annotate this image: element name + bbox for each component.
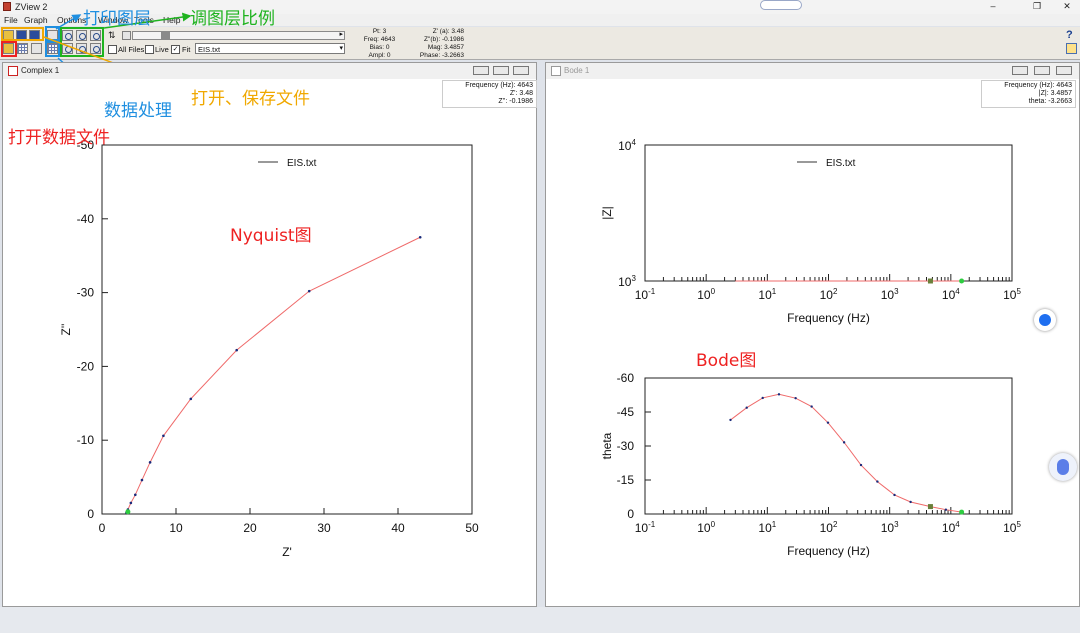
- bode-phase-current-point: [927, 504, 933, 510]
- bode-mag-x-tick-label: 102: [820, 287, 838, 302]
- bode-mag-selected-point: [959, 278, 965, 284]
- bode-phase-point: [842, 441, 846, 444]
- bode-phase-x-tick-label: 104: [942, 520, 960, 535]
- annotation-nyquist: Nyquist图: [230, 226, 312, 246]
- bode-mag-x-tick-label: 104: [942, 287, 960, 302]
- bode-phase-x-tick-label: 102: [820, 520, 838, 535]
- bode-phase-point: [909, 500, 912, 504]
- nyquist-point: [307, 289, 311, 293]
- bode-phase-point: [944, 508, 948, 511]
- nyquist-y-tick-label: -10: [77, 433, 95, 447]
- nyquist-series-line: [125, 236, 421, 513]
- nyquist-point: [189, 397, 193, 401]
- nyquist-point: [129, 501, 133, 505]
- bode-phase-point: [876, 480, 879, 483]
- bode-mag-current-point: [927, 278, 933, 284]
- bode-phase-x-tick-label: 103: [881, 520, 899, 535]
- bode-phase-y-tick-label: -15: [617, 473, 635, 487]
- bode-phase-series-line: [730, 393, 962, 513]
- bode-phase-y-tick-label: -45: [617, 405, 635, 419]
- nyquist-plot-frame: [101, 144, 473, 515]
- bode-mag-x-tick-label: 100: [697, 287, 715, 302]
- record-icon: [1039, 314, 1051, 326]
- bode-phase-point: [745, 406, 748, 409]
- nyquist-y-tick-label: -40: [77, 212, 95, 226]
- nyquist-x-tick-label: 50: [465, 521, 479, 535]
- nyquist-point: [418, 235, 422, 239]
- nyquist-x-axis-label: Z': [282, 545, 292, 559]
- nyquist-x-tick-label: 0: [99, 521, 106, 535]
- bode-mag-y-tick-label: 104: [618, 138, 636, 153]
- bode-phase-x-tick-label: 105: [1003, 520, 1021, 535]
- nyquist-y-tick-label: -30: [77, 286, 95, 300]
- annotation-bode: Bode图: [696, 351, 757, 371]
- nyquist-x-tick-label: 30: [317, 521, 331, 535]
- bode-phase-x-tick-label: 10-1: [635, 520, 656, 535]
- bode-phase-point: [729, 418, 732, 422]
- bode-mag-x-tick-label: 101: [758, 287, 776, 302]
- bode-phase-y-axis-label: theta: [600, 432, 614, 459]
- bode-phase-point: [761, 396, 764, 400]
- bode-phase-selected-point: [959, 509, 965, 515]
- bode-mag-x-tick-label: 105: [1003, 287, 1021, 302]
- status-bar: [0, 607, 1080, 633]
- bode-mag-y-axis-label: |Z|: [600, 206, 614, 220]
- bode-mag-x-axis-label: Frequency (Hz): [787, 311, 870, 325]
- nyquist-legend-label: EIS.txt: [287, 158, 317, 169]
- nyquist-point: [162, 434, 165, 438]
- annotation-data-processing: 数据处理: [104, 101, 172, 121]
- bode-phase-x-axis-label: Frequency (Hz): [787, 544, 870, 558]
- bode-phase-x-tick-label: 101: [758, 520, 776, 535]
- float-record-button[interactable]: [1034, 309, 1056, 331]
- nyquist-selected-point: [125, 509, 131, 515]
- charts-canvas: 0 10 20 30 40 50-50-40-30-20-100Z'Z''EIS.txt1…: [59, 138, 1021, 559]
- nyquist-point: [140, 478, 144, 482]
- annotation-open-data: 打开数据文件: [8, 128, 110, 148]
- bode-phase-plot-frame: [644, 377, 1013, 515]
- bode-phase-point: [810, 405, 813, 408]
- bode-phase-y-tick-label: -30: [617, 439, 635, 453]
- bode-phase-point: [826, 421, 830, 424]
- float-assistant-button[interactable]: [1049, 453, 1077, 481]
- bode-mag-x-tick-label: 10-1: [635, 287, 656, 302]
- nyquist-x-tick-label: 40: [391, 521, 405, 535]
- nyquist-x-tick-label: 20: [243, 521, 257, 535]
- bode-mag-y-tick-label: 103: [618, 274, 636, 289]
- bode-phase-y-tick-label: 0: [627, 507, 634, 521]
- bode-phase-y-tick-label: -60: [617, 371, 635, 385]
- assistant-icon: [1057, 459, 1069, 475]
- annotation-open-save: 打开、保存文件: [191, 89, 310, 109]
- nyquist-y-tick-label: -20: [77, 359, 95, 373]
- nyquist-point: [134, 493, 137, 497]
- bode-phase-point: [859, 463, 863, 467]
- nyquist-y-tick-label: 0: [87, 507, 94, 521]
- bode-phase-point: [794, 396, 797, 400]
- nyquist-x-tick-label: 10: [169, 521, 183, 535]
- bode-phase-point: [893, 493, 896, 497]
- bode-mag-x-tick-label: 103: [881, 287, 899, 302]
- bode-phase-point: [777, 393, 781, 396]
- nyquist-y-axis-label: Z'': [59, 324, 73, 336]
- bode-legend-label: EIS.txt: [826, 158, 856, 169]
- nyquist-point: [235, 348, 238, 352]
- bode-phase-x-tick-label: 100: [697, 520, 715, 535]
- nyquist-point: [148, 461, 152, 464]
